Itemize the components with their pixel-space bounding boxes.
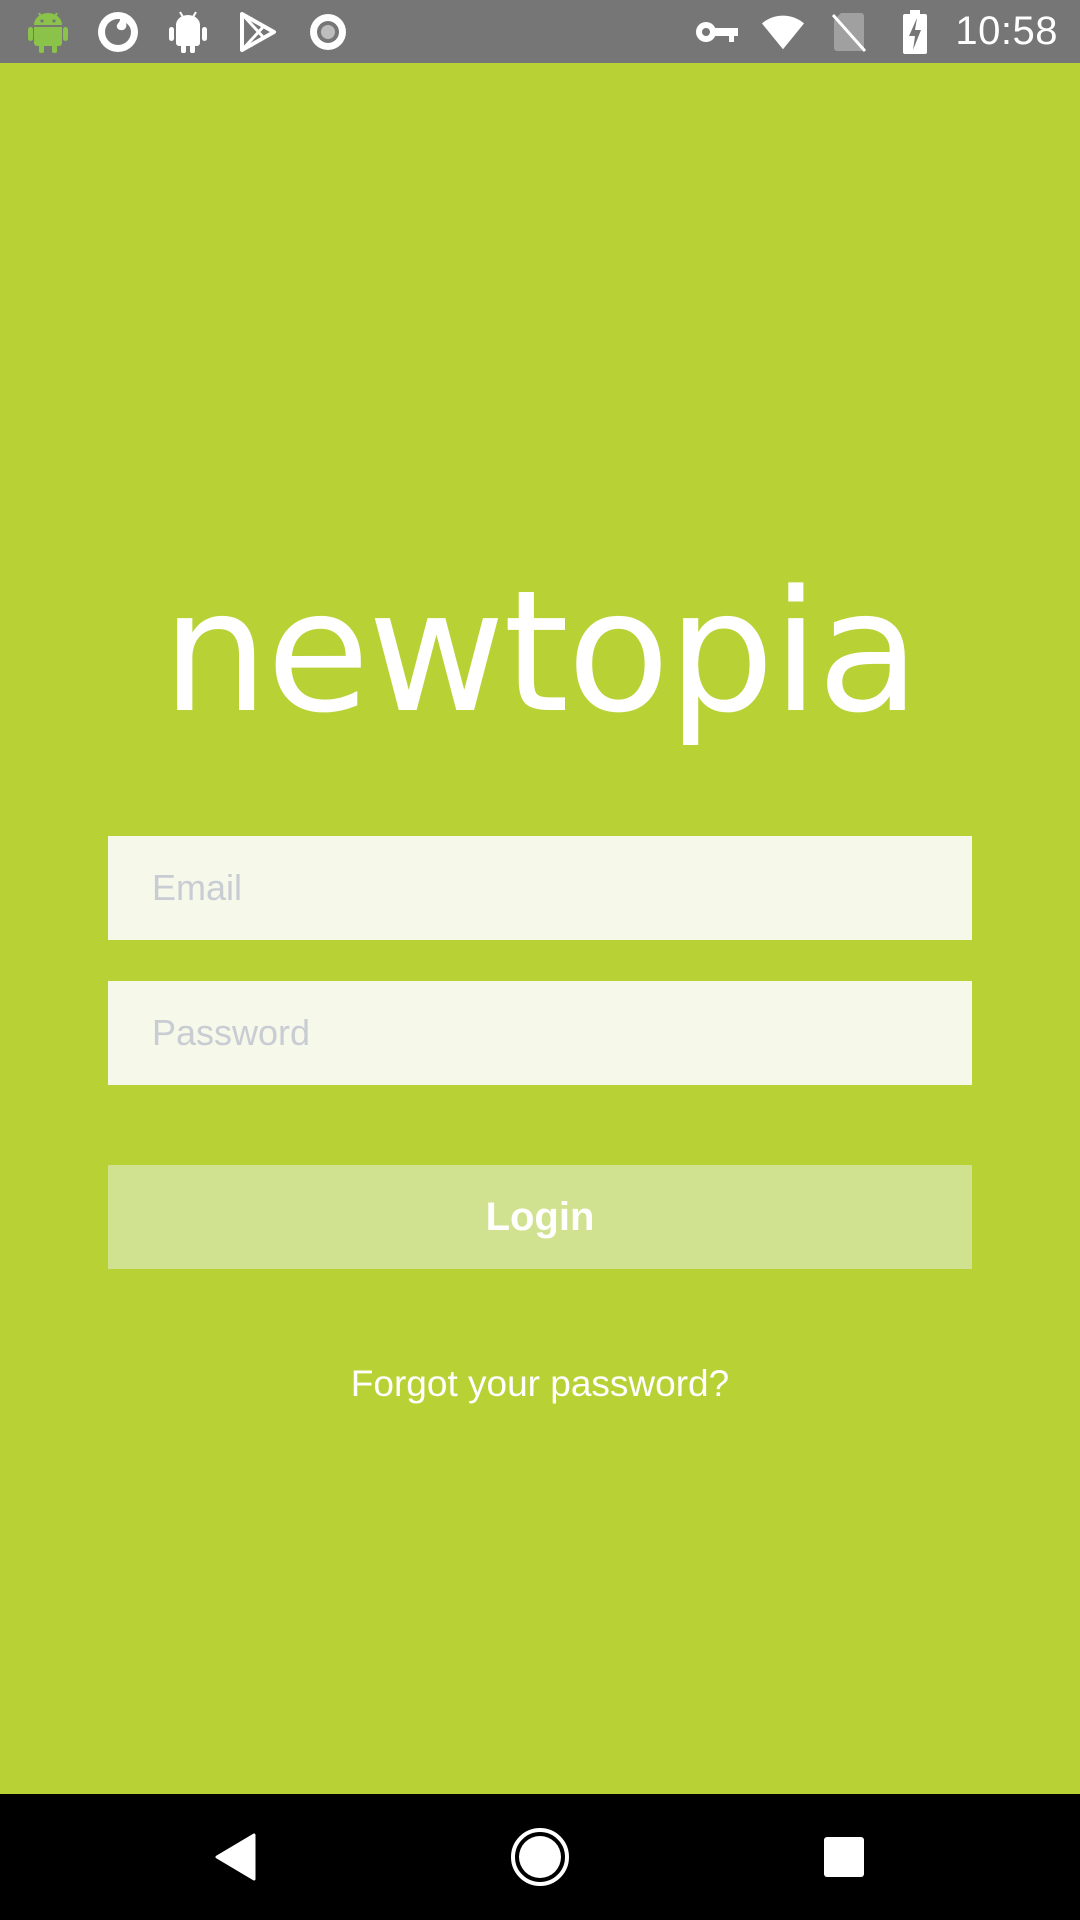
status-bar: 10:58	[0, 0, 1080, 63]
forgot-password-link[interactable]: Forgot your password?	[0, 1363, 1080, 1405]
play-store-icon	[236, 10, 280, 54]
android-icon	[26, 10, 70, 54]
password-field[interactable]	[108, 981, 972, 1085]
record-icon	[306, 10, 350, 54]
back-icon[interactable]	[202, 1823, 270, 1891]
navigation-bar	[0, 1794, 1080, 1920]
status-bar-notifications	[26, 10, 376, 54]
clock: 10:58	[955, 9, 1058, 53]
newtopia-logo: newtopia	[161, 554, 920, 750]
login-screen: newtopia Login Forgot your password?	[0, 63, 1080, 1794]
login-button[interactable]: Login	[108, 1165, 972, 1269]
email-field[interactable]	[108, 836, 972, 940]
wifi-icon	[761, 10, 805, 54]
recents-icon[interactable]	[810, 1823, 878, 1891]
status-bar-system: 10:58	[673, 9, 1058, 54]
vpn-key-icon	[695, 10, 739, 54]
android-debug-icon	[166, 10, 210, 54]
no-sim-icon	[827, 10, 871, 54]
battery-charging-icon	[893, 9, 937, 54]
home-icon[interactable]	[506, 1823, 574, 1891]
firefox-icon	[96, 10, 140, 54]
